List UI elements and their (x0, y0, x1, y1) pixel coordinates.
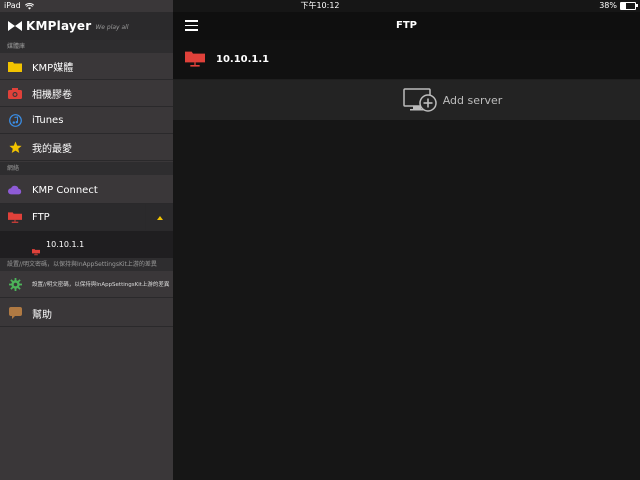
sidebar-item-favorites[interactable]: 我的最愛 (0, 134, 173, 161)
chevron-up-icon (156, 215, 163, 220)
sidebar-item-label: FTP (32, 211, 50, 223)
brand-name: KMPlayer (26, 19, 92, 33)
cloud-icon (8, 183, 22, 197)
ftp-icon (32, 241, 40, 255)
sidebar-item-itunes[interactable]: iTunes (0, 107, 173, 134)
ftp-icon (185, 50, 205, 70)
status-right: 38% (599, 0, 638, 12)
sidebar: KMPlayer We play all 媒體庫 KMP媒體 相機膠卷 iTun… (0, 0, 173, 480)
sidebar-item-label: KMP Connect (32, 184, 98, 196)
status-bar: iPad 下午10:12 38% (0, 0, 640, 12)
sidebar-item-kmp-connect[interactable]: KMP Connect (0, 177, 173, 204)
sidebar-item-help[interactable]: 幫助 (0, 300, 173, 327)
camera-icon (8, 86, 22, 100)
add-server-label: Add server (442, 93, 503, 107)
star-icon (8, 140, 22, 154)
sidebar-subitem-label: 10.10.1.1 (46, 240, 85, 249)
section-header-settings: 設置//明文密碼，以保持與InAppSettingsKit上游的差異 (0, 258, 173, 271)
brand-tagline: We play all (95, 24, 129, 31)
section-header-library: 媒體庫 (0, 40, 173, 53)
section-header-network: 網絡 (0, 162, 173, 175)
battery-percent: 38% (599, 1, 617, 10)
sidebar-item-label: 設置//明文密碼，以保持與InAppSettingsKit上游的差異 (32, 282, 170, 288)
sidebar-item-label: 我的最愛 (32, 143, 72, 155)
music-note-icon (8, 113, 22, 127)
battery-icon (620, 2, 638, 10)
sidebar-item-ftp[interactable]: FTP (0, 204, 173, 231)
ftp-server-label: 10.10.1.1 (216, 54, 270, 65)
ftp-icon (8, 210, 22, 224)
main-panel: FTP 10.10.1.1 Add server (173, 0, 640, 480)
sidebar-subitem-ftp-server[interactable]: 10.10.1.1 (0, 231, 173, 258)
page-title: FTP (396, 20, 417, 31)
chat-bubble-icon (8, 306, 22, 320)
sidebar-item-kmp-media[interactable]: KMP媒體 (0, 53, 173, 80)
folder-icon (8, 59, 22, 73)
add-monitor-icon (402, 88, 437, 112)
sidebar-item-label: KMP媒體 (32, 62, 74, 74)
nav-bar: FTP (173, 12, 640, 40)
ftp-server-row[interactable]: 10.10.1.1 (173, 40, 640, 80)
sidebar-item-label: 相機膠卷 (32, 89, 72, 101)
sidebar-item-label: 幫助 (32, 309, 52, 321)
ftp-collapse-button[interactable] (145, 204, 173, 231)
add-server-button[interactable]: Add server (173, 80, 640, 120)
kmplayer-logo-icon (8, 21, 22, 31)
sidebar-item-label: iTunes (32, 114, 64, 126)
gear-icon (8, 277, 22, 291)
sidebar-item-camera-roll[interactable]: 相機膠卷 (0, 80, 173, 107)
status-time: 下午10:12 (300, 1, 340, 10)
sidebar-item-settings[interactable]: 設置//明文密碼，以保持與InAppSettingsKit上游的差異 (0, 271, 173, 298)
brand-bar: KMPlayer We play all (0, 12, 173, 40)
